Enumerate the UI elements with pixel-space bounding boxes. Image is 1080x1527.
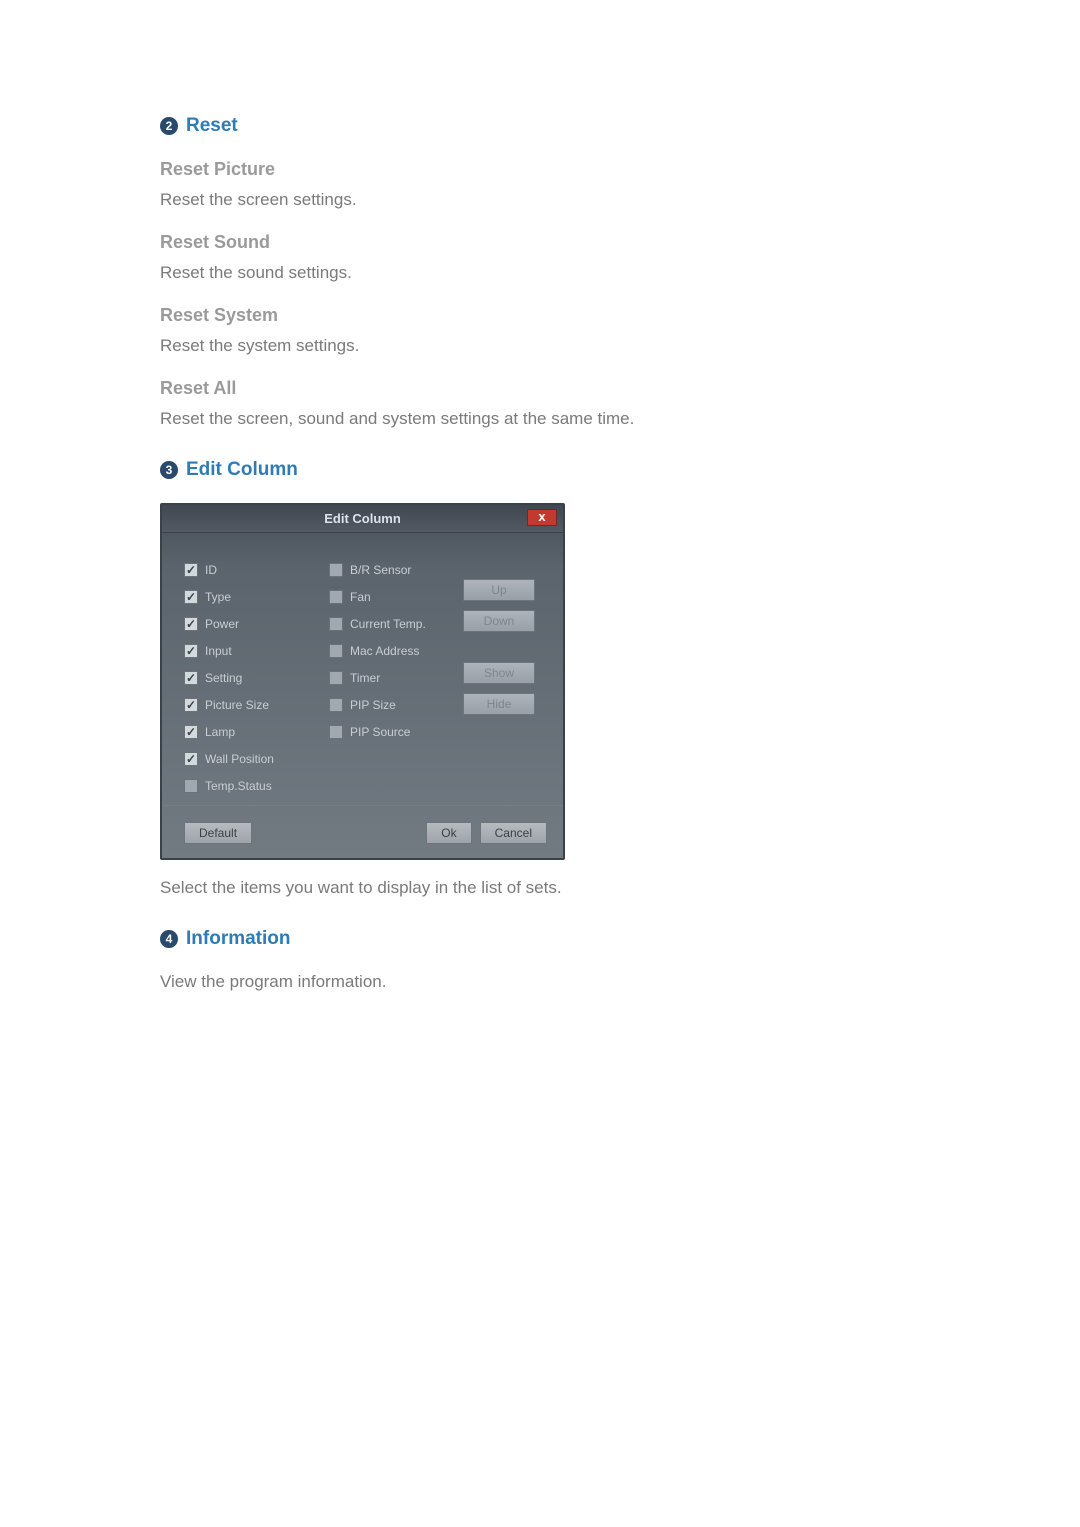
section-heading: 3 Edit Column xyxy=(160,459,920,481)
checkbox-icon: ✓ xyxy=(184,617,198,631)
edit-column-caption: Select the items you want to display in … xyxy=(160,878,920,898)
show-button[interactable]: Show xyxy=(463,662,535,684)
section-information: 4 Information View the program informati… xyxy=(160,928,920,992)
checkbox-icon: ✓ xyxy=(184,590,198,604)
down-button[interactable]: Down xyxy=(463,610,535,632)
subheading: Reset System xyxy=(160,305,920,326)
checkbox-type[interactable]: ✓ Type xyxy=(184,588,319,606)
checkbox-icon xyxy=(329,698,343,712)
checkbox-label: Current Temp. xyxy=(350,617,426,631)
section-edit-column: 3 Edit Column Edit Column x ✓ ID ✓ Type ✓ P… xyxy=(160,459,920,898)
checkbox-label: Setting xyxy=(205,671,242,685)
checkbox-label: Fan xyxy=(350,590,371,604)
body-text: Reset the screen, sound and system setti… xyxy=(160,409,920,429)
section-heading: 2 Reset xyxy=(160,115,920,137)
column-left: ✓ ID ✓ Type ✓ Power ✓ Input ✓ Setting ✓ Pictur… xyxy=(184,561,319,795)
checkbox-label: Picture Size xyxy=(205,698,269,712)
checkbox-timer[interactable]: Timer xyxy=(329,669,449,687)
body-text: Reset the sound settings. xyxy=(160,263,920,283)
default-button[interactable]: Default xyxy=(184,822,252,844)
section-title-reset: Reset xyxy=(186,115,238,137)
checkbox-label: Input xyxy=(205,644,232,658)
checkbox-icon: ✓ xyxy=(184,752,198,766)
hide-button[interactable]: Hide xyxy=(463,693,535,715)
checkbox-icon: ✓ xyxy=(184,698,198,712)
checkbox-icon xyxy=(184,779,198,793)
section-reset: 2 Reset Reset Picture Reset the screen s… xyxy=(160,115,920,429)
checkbox-br-sensor[interactable]: B/R Sensor xyxy=(329,561,449,579)
section-title-edit-column: Edit Column xyxy=(186,459,298,481)
checkbox-lamp[interactable]: ✓ Lamp xyxy=(184,723,319,741)
reset-item-all: Reset All Reset the screen, sound and sy… xyxy=(160,378,920,429)
checkbox-temp-status[interactable]: Temp.Status xyxy=(184,777,319,795)
checkbox-fan[interactable]: Fan xyxy=(329,588,449,606)
badge-3: 3 xyxy=(160,461,178,479)
column-mid: B/R Sensor Fan Current Temp. Mac Address… xyxy=(329,561,449,795)
checkbox-icon xyxy=(329,563,343,577)
reset-item-sound: Reset Sound Reset the sound settings. xyxy=(160,232,920,283)
checkbox-power[interactable]: ✓ Power xyxy=(184,615,319,633)
body-text: Reset the system settings. xyxy=(160,336,920,356)
checkbox-setting[interactable]: ✓ Setting xyxy=(184,669,319,687)
checkbox-label: PIP Size xyxy=(350,698,396,712)
body-text: Reset the screen settings. xyxy=(160,190,920,210)
body-text: View the program information. xyxy=(160,972,920,992)
checkbox-icon xyxy=(329,617,343,631)
badge-4: 4 xyxy=(160,930,178,948)
dialog-titlebar: Edit Column x xyxy=(162,505,563,533)
reset-item-picture: Reset Picture Reset the screen settings. xyxy=(160,159,920,210)
section-title-information: Information xyxy=(186,928,291,950)
checkbox-icon: ✓ xyxy=(184,644,198,658)
checkbox-input[interactable]: ✓ Input xyxy=(184,642,319,660)
checkbox-label: Timer xyxy=(350,671,380,685)
checkbox-label: B/R Sensor xyxy=(350,563,411,577)
checkbox-pip-size[interactable]: PIP Size xyxy=(329,696,449,714)
checkbox-label: Temp.Status xyxy=(205,779,272,793)
checkbox-label: Power xyxy=(205,617,239,631)
dialog-body: ✓ ID ✓ Type ✓ Power ✓ Input ✓ Setting ✓ Pictur… xyxy=(162,533,563,805)
checkbox-icon: ✓ xyxy=(184,725,198,739)
checkbox-icon xyxy=(329,671,343,685)
reset-item-system: Reset System Reset the system settings. xyxy=(160,305,920,356)
checkbox-icon: ✓ xyxy=(184,563,198,577)
checkbox-label: Wall Position xyxy=(205,752,274,766)
checkbox-id[interactable]: ✓ ID xyxy=(184,561,319,579)
checkbox-icon xyxy=(329,590,343,604)
checkbox-label: Lamp xyxy=(205,725,235,739)
checkbox-pip-source[interactable]: PIP Source xyxy=(329,723,449,741)
checkbox-mac-address[interactable]: Mac Address xyxy=(329,642,449,660)
dialog-footer: Default Ok Cancel xyxy=(162,805,563,858)
checkbox-wall-position[interactable]: ✓ Wall Position xyxy=(184,750,319,768)
checkbox-picture-size[interactable]: ✓ Picture Size xyxy=(184,696,319,714)
checkbox-label: ID xyxy=(205,563,217,577)
checkbox-label: PIP Source xyxy=(350,725,410,739)
checkbox-icon xyxy=(329,725,343,739)
subheading: Reset All xyxy=(160,378,920,399)
column-right: Up Down Show Hide xyxy=(459,561,539,795)
footer-right: Ok Cancel xyxy=(426,822,547,844)
checkbox-label: Mac Address xyxy=(350,644,419,658)
checkbox-label: Type xyxy=(205,590,231,604)
up-button[interactable]: Up xyxy=(463,579,535,601)
subheading: Reset Picture xyxy=(160,159,920,180)
edit-column-dialog: Edit Column x ✓ ID ✓ Type ✓ Power ✓ Input ✓ S… xyxy=(160,503,565,860)
badge-2: 2 xyxy=(160,117,178,135)
close-button[interactable]: x xyxy=(527,509,557,526)
checkbox-icon: ✓ xyxy=(184,671,198,685)
subheading: Reset Sound xyxy=(160,232,920,253)
cancel-button[interactable]: Cancel xyxy=(480,822,547,844)
section-heading: 4 Information xyxy=(160,928,920,950)
dialog-title: Edit Column xyxy=(324,511,401,526)
checkbox-icon xyxy=(329,644,343,658)
ok-button[interactable]: Ok xyxy=(426,822,471,844)
checkbox-current-temp[interactable]: Current Temp. xyxy=(329,615,449,633)
